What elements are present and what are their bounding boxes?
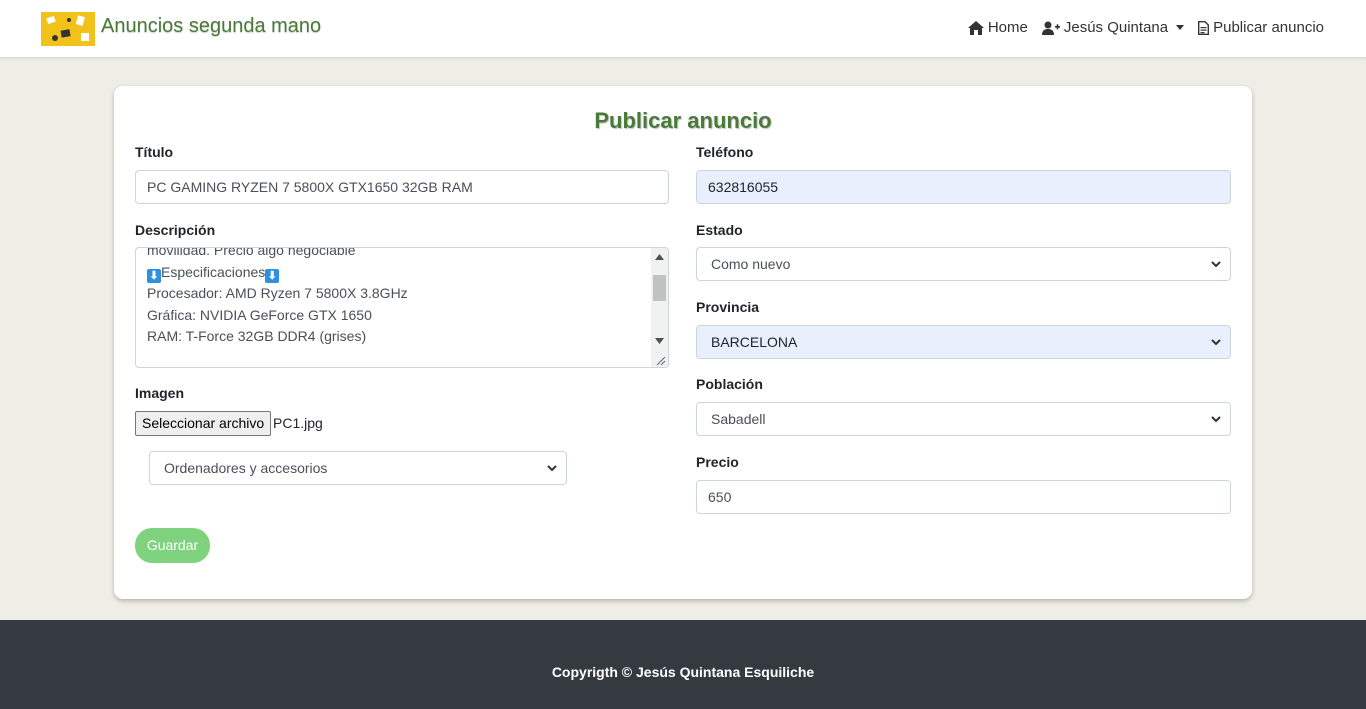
page-title: Publicar anuncio — [594, 108, 772, 133]
home-icon — [967, 20, 984, 35]
save-button[interactable]: Guardar — [135, 528, 210, 563]
resize-grip-icon[interactable] — [656, 356, 666, 366]
selected-file-name: PC1.jpg — [273, 415, 323, 431]
provincia-value: BARCELONA — [711, 334, 798, 350]
imagen-label: Imagen — [135, 385, 185, 401]
provincia-label: Provincia — [696, 299, 760, 315]
precio-input[interactable]: 650 — [696, 480, 1231, 514]
poblacion-value: Sabadell — [711, 411, 766, 427]
chevron-down-icon — [1211, 416, 1221, 423]
copyright-text: Copyrigth © Jesús Quintana Esquiliche — [551, 664, 815, 680]
poblacion-label: Población — [696, 376, 763, 392]
select-file-button[interactable]: Seleccionar archivo — [135, 411, 272, 436]
scroll-up-icon[interactable] — [655, 254, 664, 260]
down-arrow-emoji-icon: ⬇ — [265, 268, 280, 283]
publish-form-card: Publicar anuncio Título PC GAMING RYZEN … — [114, 86, 1252, 599]
estado-value: Como nuevo — [711, 256, 791, 272]
nav-home-label: Home — [987, 19, 1028, 36]
descripcion-scrollbar[interactable] — [651, 248, 668, 367]
site-logo[interactable] — [41, 12, 95, 46]
titulo-input[interactable]: PC GAMING RYZEN 7 5800X GTX1650 32GB RAM — [135, 170, 669, 204]
user-plus-icon — [1041, 21, 1060, 35]
scroll-down-icon[interactable] — [655, 338, 664, 344]
nav-user-dropdown[interactable]: Jesús Quintana — [1041, 19, 1185, 36]
main-nav: Home Jesús Quintana Publicar anuncio — [954, 19, 1324, 36]
descripcion-textarea[interactable]: movilidad. Precio algo negociable ⬇ Especi… — [135, 247, 669, 368]
titulo-label: Título — [135, 144, 174, 160]
chevron-down-icon — [547, 465, 557, 472]
provincia-select[interactable]: BARCELONA — [696, 325, 1231, 359]
chevron-down-icon — [1211, 261, 1221, 268]
nav-publish[interactable]: Publicar anuncio — [1198, 19, 1324, 36]
nav-home[interactable]: Home — [967, 19, 1028, 36]
down-arrow-emoji-icon: ⬇ — [147, 268, 161, 283]
nav-user-label: Jesús Quintana — [1063, 19, 1169, 36]
descripcion-text: movilidad. Precio algo negociable ⬇ Especi… — [147, 247, 408, 344]
chevron-down-icon — [1211, 339, 1221, 346]
scrollbar-thumb[interactable] — [653, 275, 666, 301]
descripcion-label: Descripción — [135, 222, 216, 238]
nav-publish-label: Publicar anuncio — [1213, 19, 1324, 36]
categoria-select[interactable]: Ordenadores y accesorios — [149, 451, 567, 485]
precio-label: Precio — [696, 454, 739, 470]
brand-title[interactable]: Anuncios segunda mano — [101, 15, 321, 38]
categoria-value: Ordenadores y accesorios — [164, 460, 328, 476]
footer: Copyrigth © Jesús Quintana Esquiliche — [0, 620, 1366, 709]
telefono-input[interactable]: 632816055 — [696, 170, 1231, 204]
estado-label: Estado — [696, 222, 743, 238]
chevron-down-icon — [1176, 25, 1185, 30]
telefono-label: Teléfono — [696, 144, 754, 160]
estado-select[interactable]: Como nuevo — [696, 247, 1231, 281]
poblacion-select[interactable]: Sabadell — [696, 402, 1231, 436]
top-navbar: Anuncios segunda mano Home Jesús Quintan… — [0, 0, 1366, 58]
document-icon — [1198, 20, 1210, 35]
